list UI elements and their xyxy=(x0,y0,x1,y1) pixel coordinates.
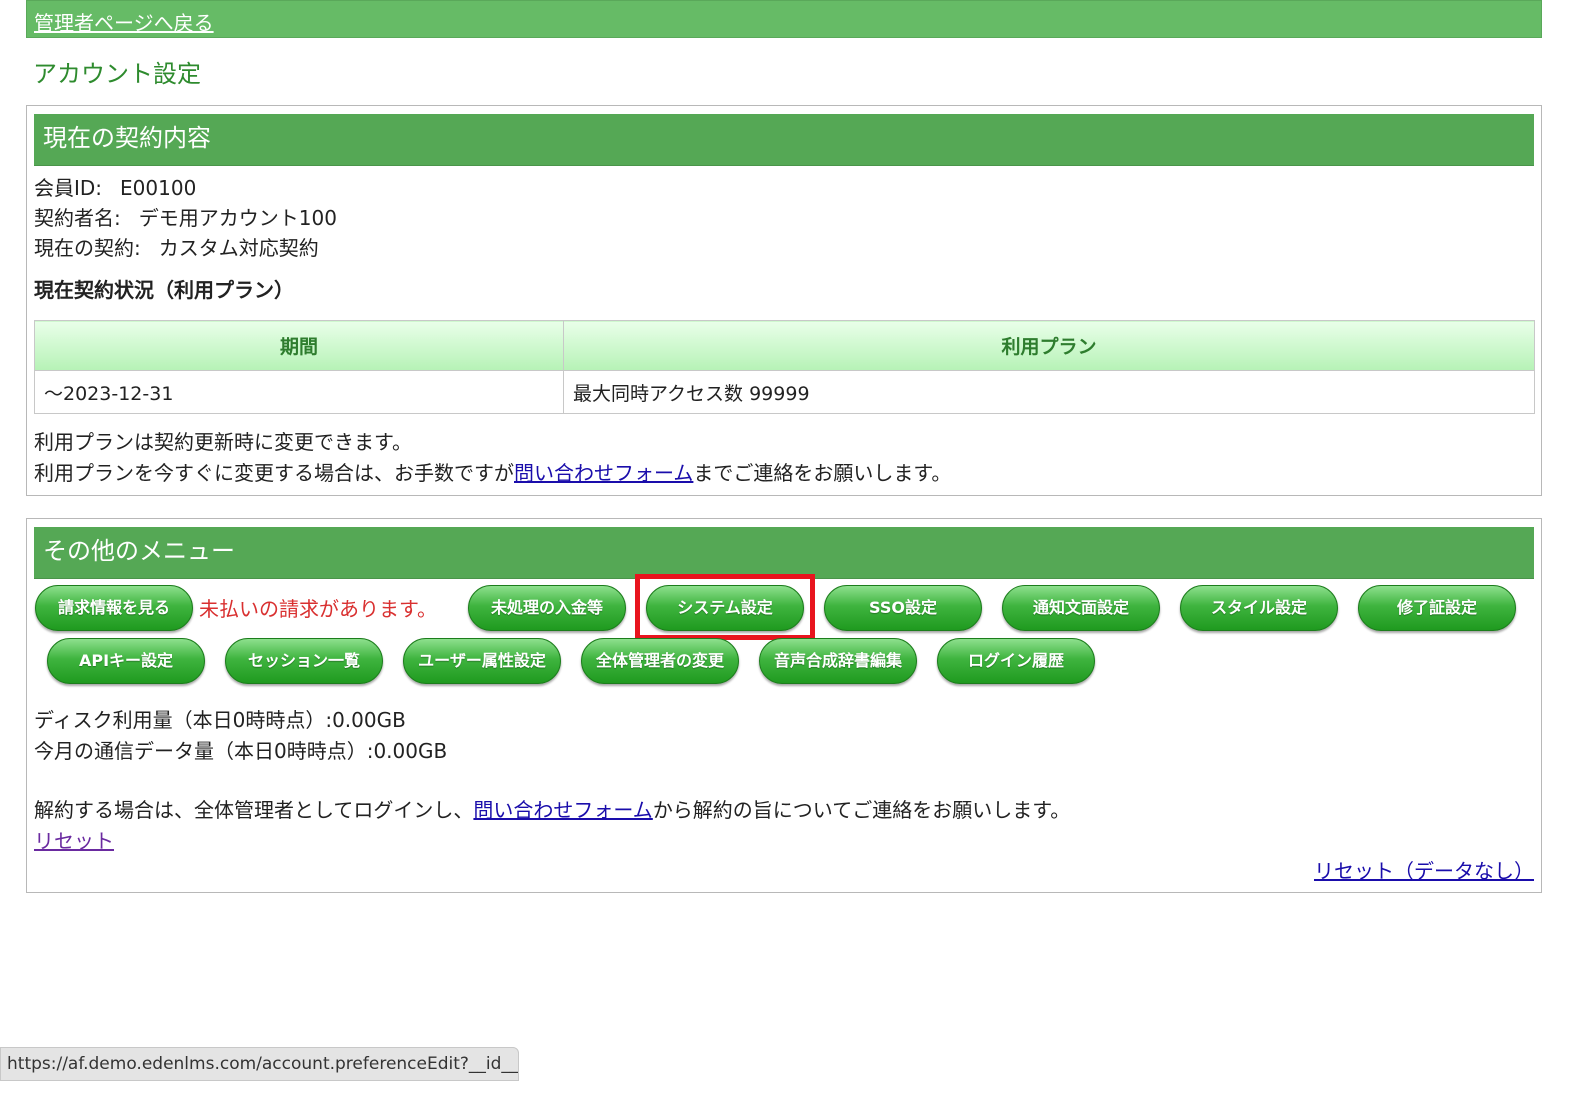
contractor-label: 契約者名: xyxy=(34,206,121,230)
reset-no-data-link[interactable]: リセット（データなし） xyxy=(1314,859,1534,883)
reset-no-data-row: リセット（データなし） xyxy=(1314,855,1534,884)
table-row: ～2023-12-31 最大同時アクセス数 99999 xyxy=(34,370,1535,414)
contract-status-title: 現在契約状況（利用プラン） xyxy=(34,278,294,302)
cancel-contact-form-link[interactable]: 問い合わせフォーム xyxy=(473,798,652,822)
notification-text-button[interactable]: 通知文面設定 xyxy=(1002,585,1160,631)
status-bar-url: https://af.demo.edenlms.com/account.pref… xyxy=(0,1047,519,1081)
current-contract-row: 現在の契約: カスタム対応契約 xyxy=(34,232,319,261)
plan-table: 期間 利用プラン ～2023-12-31 最大同時アクセス数 99999 xyxy=(34,320,1535,414)
contractor-row: 契約者名: デモ用アカウント100 xyxy=(34,202,337,231)
certificate-settings-button[interactable]: 修了証設定 xyxy=(1358,585,1516,631)
top-bar: 管理者ページへ戻る xyxy=(26,0,1542,38)
plan-note-2-text: 利用プランを今すぐに変更する場合は、お手数ですが xyxy=(34,461,514,485)
other-menu-panel: その他のメニュー 請求情報を見る 未払いの請求があります。 未処理の入金等 シス… xyxy=(26,518,1542,893)
other-menu-header: その他のメニュー xyxy=(34,527,1534,579)
member-id-value: E00100 xyxy=(120,176,197,200)
cancel-note: 解約する場合は、全体管理者としてログインし、問い合わせフォームから解約の旨につい… xyxy=(34,794,1070,823)
member-id-label: 会員ID: xyxy=(34,176,103,200)
user-attributes-button[interactable]: ユーザー属性設定 xyxy=(403,638,561,684)
reset-link-row: リセット xyxy=(34,825,114,854)
contract-panel-header: 現在の契約内容 xyxy=(34,114,1534,166)
period-cell: ～2023-12-31 xyxy=(34,370,564,414)
plan-header: 利用プラン xyxy=(563,320,1535,371)
current-contract-value: カスタム対応契約 xyxy=(158,236,319,260)
reset-link[interactable]: リセット xyxy=(34,829,114,853)
contact-form-link[interactable]: 問い合わせフォーム xyxy=(514,461,693,485)
contractor-value: デモ用アカウント100 xyxy=(138,206,337,230)
billing-info-button[interactable]: 請求情報を見る xyxy=(35,585,193,631)
api-key-button[interactable]: APIキー設定 xyxy=(47,638,205,684)
cancel-note-text: 解約する場合は、全体管理者としてログインし、 xyxy=(34,798,474,822)
cancel-note-suffix: から解約の旨についてご連絡をお願いします。 xyxy=(652,798,1071,822)
page-title: アカウント設定 xyxy=(33,60,201,88)
unpaid-notice: 未払いの請求があります。 xyxy=(199,597,437,621)
login-history-button[interactable]: ログイン履歴 xyxy=(937,638,1095,684)
back-to-admin-link[interactable]: 管理者ページへ戻る xyxy=(34,7,214,36)
system-settings-button[interactable]: システム設定 xyxy=(646,585,804,631)
plan-note-2: 利用プランを今すぐに変更する場合は、お手数ですが問い合わせフォームまでご連絡をお… xyxy=(34,457,951,486)
traffic-usage: 今月の通信データ量（本日0時時点）:0.00GB xyxy=(34,739,448,763)
plan-note-1: 利用プランは契約更新時に変更できます。 xyxy=(34,430,412,454)
session-list-button[interactable]: セッション一覧 xyxy=(225,638,383,684)
admin-change-button[interactable]: 全体管理者の変更 xyxy=(581,638,739,684)
current-contract-label: 現在の契約: xyxy=(34,236,141,260)
contract-panel: 現在の契約内容 会員ID: E00100 契約者名: デモ用アカウント100 現在の… xyxy=(26,105,1542,496)
period-header: 期間 xyxy=(34,320,564,371)
pending-payment-button[interactable]: 未処理の入金等 xyxy=(468,585,626,631)
member-id-row: 会員ID: E00100 xyxy=(34,172,196,201)
tts-dictionary-button[interactable]: 音声合成辞書編集 xyxy=(759,638,917,684)
plan-cell: 最大同時アクセス数 99999 xyxy=(563,370,1535,414)
plan-note-2-suffix: までご連絡をお願いします。 xyxy=(693,461,952,485)
disk-usage: ディスク利用量（本日0時時点）:0.00GB xyxy=(34,708,406,732)
sso-settings-button[interactable]: SSO設定 xyxy=(824,585,982,631)
plan-table-header-row: 期間 利用プラン xyxy=(34,320,1535,371)
style-settings-button[interactable]: スタイル設定 xyxy=(1180,585,1338,631)
